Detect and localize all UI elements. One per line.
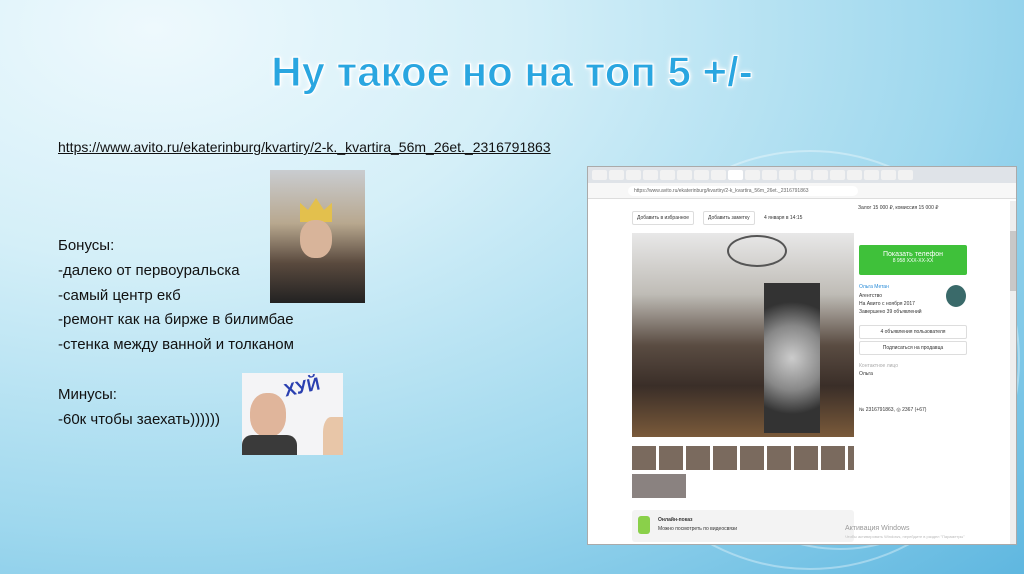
listing-id: № 2316791863, ◎ 2367 (+67) bbox=[859, 407, 927, 413]
online-show-card[interactable]: Онлайн-показ Можно посмотреть по видеосв… bbox=[632, 510, 854, 542]
avito-screenshot: https://www.avito.ru/ekaterinburg/kvarti… bbox=[587, 166, 1017, 545]
subscribe-button[interactable]: Подписаться на продавца bbox=[859, 341, 967, 355]
video-icon bbox=[638, 516, 650, 534]
bonus-item: -самый центр екб bbox=[58, 287, 181, 304]
post-date: 4 января в 14:15 bbox=[764, 215, 803, 221]
add-favorite-button[interactable]: Добавить в избранное bbox=[632, 211, 695, 225]
windows-watermark: Активация Windows bbox=[845, 525, 910, 532]
show-phone-button[interactable]: Показать телефон 8 958 XXX-XX-XX bbox=[859, 245, 967, 275]
bonus-item: -стенка между ванной и толканом bbox=[58, 336, 294, 353]
seller-name[interactable]: Ольга Метан bbox=[859, 284, 889, 290]
scrollbar[interactable] bbox=[1010, 201, 1016, 544]
person-photo-crown bbox=[270, 170, 365, 303]
bonuses-header: Бонусы: bbox=[58, 237, 115, 254]
address-bar[interactable]: https://www.avito.ru/ekaterinburg/kvarti… bbox=[588, 183, 1016, 199]
add-note-button[interactable]: Добавить заметку bbox=[703, 211, 755, 225]
user-ads-button[interactable]: 4 объявления пользователя bbox=[859, 325, 967, 339]
thumbnails[interactable] bbox=[632, 446, 854, 470]
seller-type: Агентство bbox=[859, 293, 882, 299]
contact-label: Контактное лицо bbox=[859, 363, 899, 369]
main-photo[interactable] bbox=[632, 233, 854, 437]
deposit-text: Залог 15 000 ₽, комиссия 15 000 ₽ bbox=[858, 205, 939, 211]
bonus-item: -далеко от первоуральска bbox=[58, 262, 240, 279]
minuses-header: Минусы: bbox=[58, 386, 117, 403]
browser-tabs bbox=[588, 167, 1016, 183]
person-photo-scribble: ХУЙ bbox=[242, 373, 343, 455]
windows-watermark-sub: Чтобы активировать Windows, перейдите в … bbox=[845, 534, 965, 539]
seller-avatar bbox=[946, 285, 966, 307]
bonus-item: -ремонт как на бирже в билимбае bbox=[58, 311, 294, 328]
thumbnail[interactable] bbox=[632, 474, 686, 498]
seller-completed: Завершено 39 объявлений bbox=[859, 309, 922, 315]
contact-name: Ольга bbox=[859, 371, 873, 377]
slide-title: Ну такое но на топ 5 +/- bbox=[271, 48, 753, 96]
listing-link[interactable]: https://www.avito.ru/ekaterinburg/kvarti… bbox=[58, 139, 551, 155]
seller-since: На Авито с ноября 2017 bbox=[859, 301, 915, 307]
minus-item: -60к чтобы заехать)))))) bbox=[58, 411, 221, 428]
